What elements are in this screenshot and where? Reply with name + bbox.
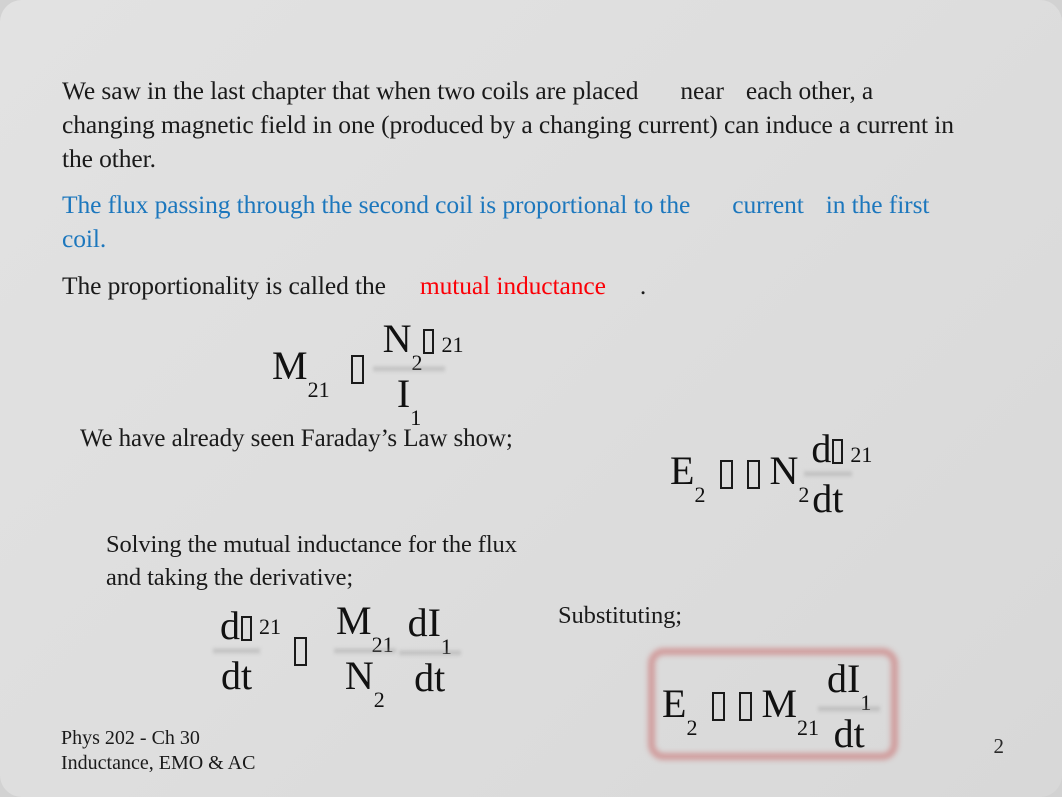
- eq4-equals-missing-glyph: [712, 692, 726, 722]
- page-number: 2: [993, 734, 1005, 758]
- eq3-lhs-fraction-bar: [212, 647, 261, 655]
- eq4-fraction: dI1 dt: [818, 656, 881, 756]
- eq3-lhs-denominator: dt: [220, 653, 253, 698]
- eq2-flux-subscript: 21: [850, 442, 873, 467]
- eq2-numerator: d: [809, 427, 846, 470]
- slide-canvas: We saw in the last chapter that when two…: [0, 0, 1062, 797]
- mutual-inductance-emphasis: mutual inductance: [419, 271, 606, 300]
- solving-note: Solving the mutual inductance for the fl…: [106, 531, 517, 592]
- flux-statement-paragraph: The flux passing through the second coil…: [62, 188, 972, 256]
- eq3-flux-subscript: 21: [259, 614, 281, 639]
- equation-mutual-inductance: M21 N2 I1 21: [272, 317, 463, 430]
- eq3-equals-missing-glyph: [294, 636, 307, 666]
- eq3-rhs1-denominator-subscript: 2: [373, 687, 385, 712]
- eq1-flux-missing-glyph: [423, 329, 435, 354]
- eq2-flux-missing-glyph: [832, 439, 844, 464]
- eq3-rhs-fraction-1: M21 N2: [334, 598, 396, 712]
- footer-line-2: Inductance, EMO & AC: [61, 752, 256, 775]
- eq3-lhs-numerator: d: [218, 604, 255, 647]
- intro-text-near: near: [680, 76, 724, 105]
- eq1-fraction-bar: [372, 365, 446, 373]
- equation-faraday-emf: E2 N2 d dt 21: [670, 427, 872, 522]
- eq4-denominator: dt: [833, 711, 865, 756]
- eq3-rhs2-fraction-bar: [398, 649, 461, 658]
- eq1-equals-missing-glyph: [350, 354, 364, 384]
- eq4-fraction-bar: [818, 705, 881, 713]
- intro-text-part1: We saw in the last chapter that when two…: [62, 76, 639, 105]
- eq3-rhs2-numerator: dI1: [407, 600, 452, 660]
- equation-flux-derivative: d dt 21 M21 N2 dI1 dt: [212, 598, 461, 712]
- eq3-lhs-fraction: d dt: [212, 604, 261, 698]
- eq3-rhs-fraction-2: dI1 dt: [398, 600, 461, 701]
- eq2-denominator: dt: [812, 476, 844, 522]
- eq3-flux-missing-glyph: [241, 615, 252, 641]
- eq3-rhs1-fraction-bar: [334, 647, 396, 655]
- eq2-coefficient-subscript: 2: [798, 482, 810, 508]
- eq2-minus-missing-glyph: [747, 459, 761, 489]
- proportionality-text-part2: .: [639, 271, 647, 300]
- eq1-lhs-subscript: 21: [307, 377, 330, 402]
- eq1-flux-subscript: 21: [441, 332, 464, 357]
- slide-footer: Phys 202 - Ch 30 Inductance, EMO & AC: [61, 726, 255, 777]
- eq4-lhs-variable: E2: [662, 680, 698, 740]
- eq1-lhs-variable: M21: [272, 343, 330, 402]
- equation-result-boxed: E2 M21 dI1 dt: [662, 656, 881, 756]
- eq4-numerator: dI1: [827, 656, 872, 715]
- eq2-fraction: d dt: [804, 427, 852, 522]
- faraday-note: We have already seen Faraday’s Law show;: [80, 425, 513, 452]
- eq2-equals-missing-glyph: [720, 459, 734, 489]
- eq3-rhs1-numerator: M21: [336, 598, 394, 657]
- eq4-lhs-subscript: 2: [686, 714, 698, 740]
- flux-text-current: current: [732, 190, 804, 219]
- proportionality-text-part1: The proportionality is called the: [62, 271, 386, 300]
- eq1-denominator: I1: [396, 371, 422, 430]
- intro-paragraph: We saw in the last chapter that when two…: [62, 74, 962, 176]
- proportionality-paragraph: The proportionality is called the mutual …: [62, 269, 962, 303]
- eq3-rhs1-denominator: N2: [344, 653, 385, 712]
- substituting-note: Substituting;: [558, 602, 682, 629]
- eq3-rhs2-denominator: dt: [414, 655, 446, 701]
- eq2-fraction-bar: [804, 470, 852, 479]
- eq4-coefficient-subscript: 21: [797, 714, 820, 740]
- footer-line-1: Phys 202 - Ch 30: [61, 726, 200, 749]
- eq1-numerator: N2: [381, 317, 438, 374]
- flux-text-part1: The flux passing through the second coil…: [62, 190, 691, 219]
- eq2-lhs-subscript: 2: [694, 482, 706, 508]
- eq2-lhs-variable: E2: [670, 448, 706, 508]
- eq4-coefficient: M21: [761, 680, 820, 740]
- eq4-minus-missing-glyph: [739, 692, 753, 722]
- eq1-fraction: N2 I1: [372, 317, 446, 430]
